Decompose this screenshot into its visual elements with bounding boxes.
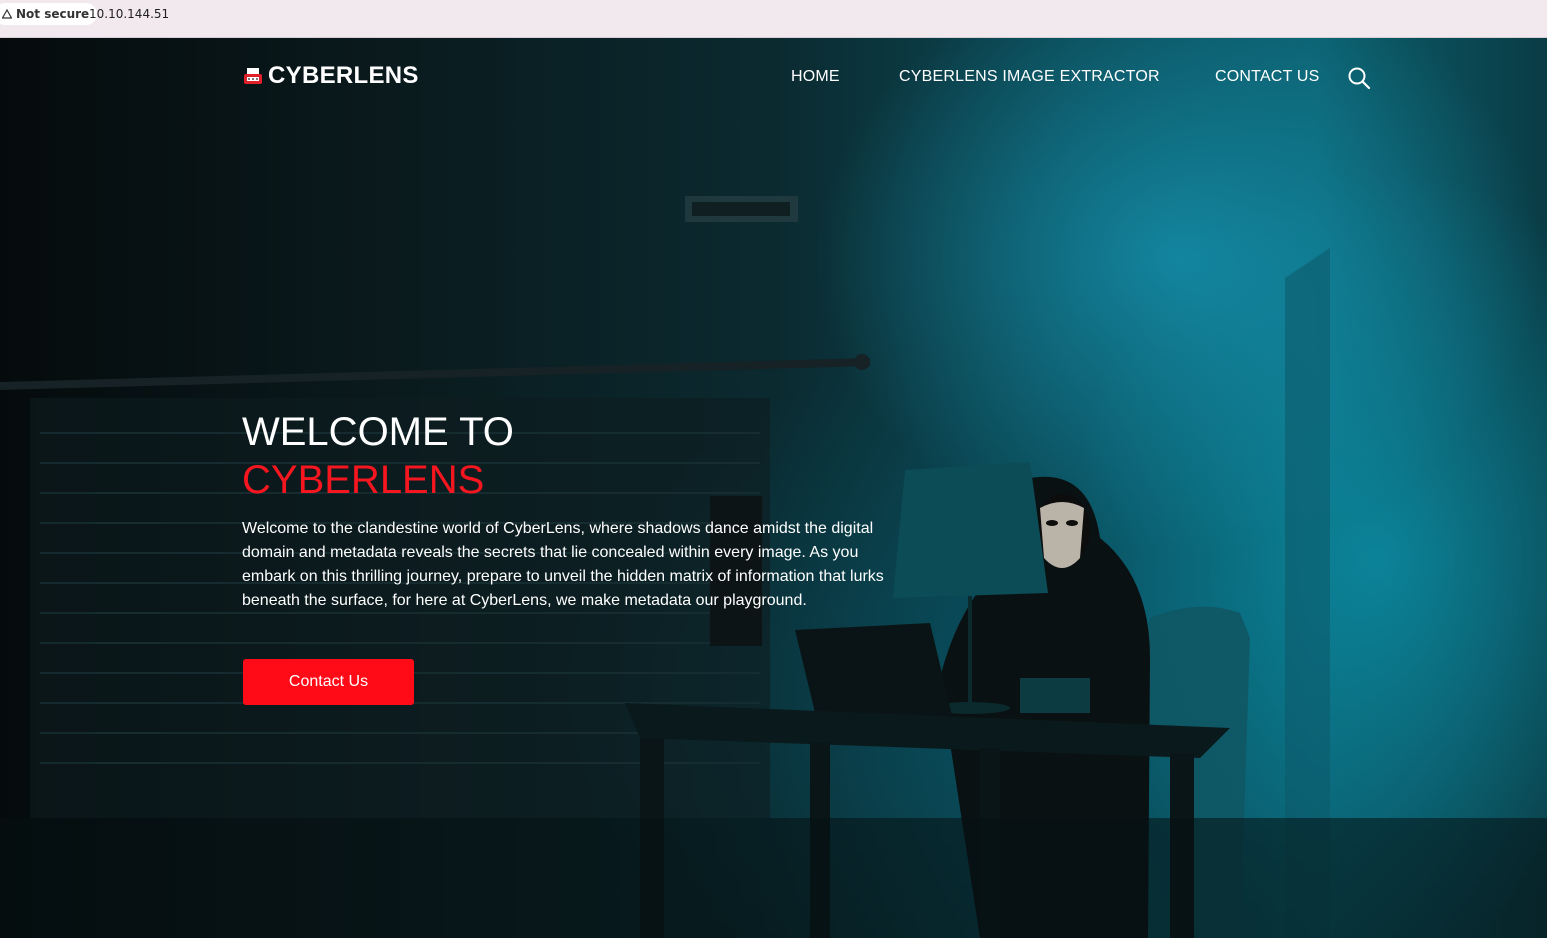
contact-us-button[interactable]: Contact Us [243,659,414,705]
hero-title-line1: WELCOME TO [242,410,514,454]
brand-name: CYBERLENS [268,62,419,89]
typewriter-icon [244,68,262,84]
warning-icon [2,9,12,19]
hero-section: CYBERLENS HOME CYBERLENS IMAGE EXTRACTOR… [0,38,1547,938]
browser-address-bar: Not secure 10.10.144.51 [0,0,1547,38]
security-label: Not secure [16,7,90,21]
nav-contact-us[interactable]: CONTACT US [1215,68,1320,86]
hero-intro-paragraph: Welcome to the clandestine world of Cybe… [242,520,884,609]
brand-logo[interactable]: CYBERLENS [243,62,419,90]
hero-background-image [0,196,1547,938]
security-indicator[interactable]: Not secure [0,3,98,25]
nav-image-extractor[interactable]: CYBERLENS IMAGE EXTRACTOR [899,68,1160,86]
search-icon[interactable] [1347,66,1371,90]
hero-title-line2: CYBERLENS [242,458,485,502]
nav-home[interactable]: HOME [791,68,840,86]
url-field[interactable]: 10.10.144.51 [89,7,169,21]
